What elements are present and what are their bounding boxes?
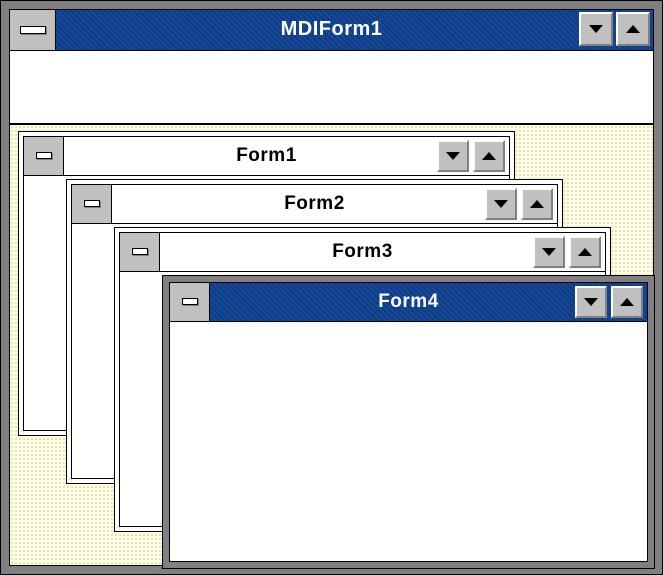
form3-title-bar[interactable]: Form3: [120, 233, 605, 272]
mdi-minimize-button[interactable]: [579, 12, 613, 46]
triangle-down-icon: [542, 248, 556, 256]
form4-minimize-button[interactable]: [575, 286, 607, 318]
triangle-up-icon: [626, 25, 640, 33]
mdi-window[interactable]: MDIForm1 Form1 Form2 Form3 Form4: [0, 0, 663, 575]
mdi-window-body: MDIForm1 Form1 Form2 Form3 Form4: [9, 9, 655, 569]
mdi-title-bar[interactable]: MDIForm1: [10, 10, 653, 51]
triangle-down-icon: [584, 298, 598, 306]
form3-maximize-button[interactable]: [569, 236, 601, 268]
mdi-client-area: Form1 Form2 Form3 Form4: [10, 125, 655, 569]
form4-title-bar[interactable]: Form4: [170, 283, 647, 322]
form2-minimize-button[interactable]: [485, 188, 517, 220]
form1-minimize-button[interactable]: [437, 140, 469, 172]
triangle-up-icon: [530, 200, 544, 208]
triangle-down-icon: [589, 25, 603, 33]
form4-maximize-button[interactable]: [611, 286, 643, 318]
mdi-window-title: MDIForm1: [280, 18, 383, 40]
child-window-frame: Form4: [169, 282, 648, 562]
triangle-up-icon: [482, 152, 496, 160]
mdi-maximize-button[interactable]: [616, 12, 650, 46]
mdi-menu-area: [10, 51, 653, 125]
triangle-down-icon: [446, 152, 460, 160]
child-window-form4[interactable]: Form4: [162, 275, 655, 569]
form2-title-bar[interactable]: Form2: [72, 185, 557, 224]
triangle-down-icon: [494, 200, 508, 208]
form3-minimize-button[interactable]: [533, 236, 565, 268]
triangle-up-icon: [620, 298, 634, 306]
triangle-up-icon: [578, 248, 592, 256]
form1-title-bar[interactable]: Form1: [24, 137, 509, 176]
form1-maximize-button[interactable]: [473, 140, 505, 172]
form2-maximize-button[interactable]: [521, 188, 553, 220]
